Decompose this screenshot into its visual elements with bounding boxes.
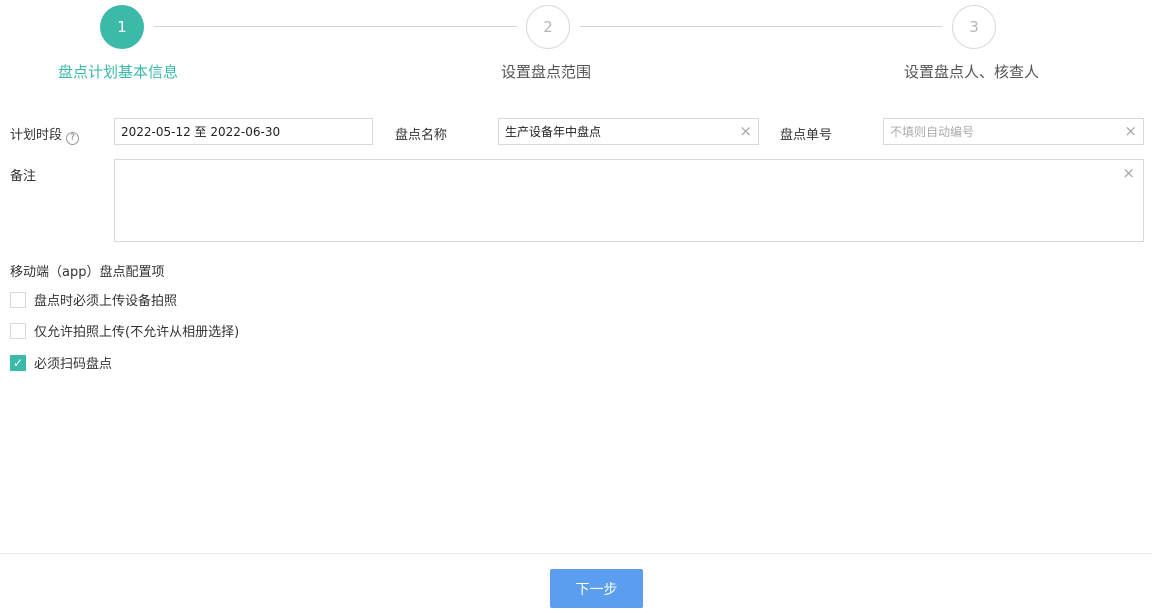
footer-divider (0, 553, 1152, 554)
check-icon: ✓ (12, 355, 24, 370)
step-1-circle: 1 (100, 5, 144, 49)
progress-stepper: 1 2 3 盘点计划基本信息 设置盘点范围 设置盘点人、核查人 (0, 0, 1152, 90)
inventory-name-label: 盘点名称 (395, 128, 448, 143)
checkbox[interactable] (10, 322, 26, 339)
clear-icon[interactable]: × (1122, 166, 1135, 181)
clear-icon[interactable]: × (739, 124, 752, 139)
inventory-number-input[interactable]: 不填则自动编号 × (883, 118, 1144, 145)
plan-period-input[interactable]: 2022-05-12 至 2022-06-30 (114, 118, 373, 145)
checkbox[interactable] (10, 291, 26, 308)
step-3-label: 设置盘点人、核查人 (904, 63, 1040, 81)
step-2-label: 设置盘点范围 (501, 63, 592, 81)
plan-period-label: 计划时段? (10, 124, 80, 145)
inventory-name-value: 生产设备年中盘点 (505, 125, 602, 139)
step-connector-2 (580, 26, 942, 27)
step-connector-1 (154, 26, 517, 27)
mobile-config-title: 移动端（app）盘点配置项 (10, 265, 165, 280)
inventory-number-placeholder: 不填则自动编号 (890, 125, 975, 139)
step-3-circle: 3 (952, 5, 996, 49)
step-2-circle: 2 (526, 5, 570, 49)
step-1-label: 盘点计划基本信息 (58, 63, 179, 81)
inventory-name-input[interactable]: 生产设备年中盘点 × (498, 118, 759, 145)
inventory-number-label: 盘点单号 (780, 128, 833, 143)
remarks-textarea[interactable]: × (114, 159, 1144, 242)
help-icon[interactable]: ? (66, 132, 80, 145)
option-label: 仅允许拍照上传(不允许从相册选择) (34, 325, 240, 340)
next-step-button[interactable]: 下一步 (550, 569, 643, 608)
option-label: 必须扫码盘点 (34, 357, 113, 372)
option-camera-only[interactable]: 仅允许拍照上传(不允许从相册选择) (10, 321, 239, 340)
option-require-photo[interactable]: 盘点时必须上传设备拍照 (10, 290, 177, 309)
option-require-scan[interactable]: ✓ 必须扫码盘点 (10, 353, 112, 372)
checkbox-checked[interactable]: ✓ (10, 354, 26, 371)
option-label: 盘点时必须上传设备拍照 (34, 294, 178, 309)
plan-period-value: 2022-05-12 至 2022-06-30 (121, 125, 281, 139)
remarks-label: 备注 (10, 169, 37, 184)
plan-period-label-text: 计划时段 (10, 128, 63, 143)
clear-icon[interactable]: × (1124, 124, 1137, 139)
